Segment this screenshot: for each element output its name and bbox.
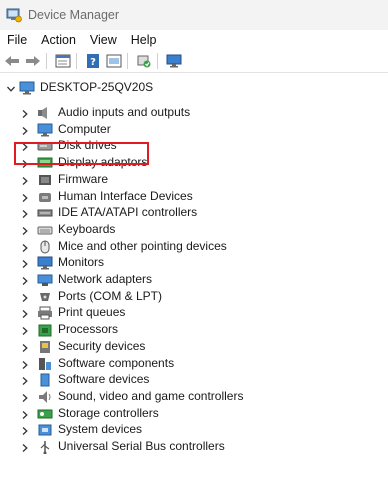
tree-item-label: Universal Serial Bus controllers <box>58 439 225 453</box>
svg-text:?: ? <box>90 57 96 68</box>
chevron-right-icon[interactable] <box>20 125 30 135</box>
chevron-down-icon[interactable] <box>6 83 16 93</box>
chevron-right-icon[interactable] <box>20 208 30 219</box>
highlight-box <box>14 142 149 165</box>
keyboard-icon <box>37 223 53 237</box>
tree-item-label: Software devices <box>58 372 150 387</box>
firmware-icon <box>37 173 53 187</box>
monitor-icon[interactable] <box>165 52 183 70</box>
chevron-right-icon[interactable] <box>20 325 30 336</box>
tree-item-label: Software components <box>58 355 175 370</box>
tree-item-label: Ports (COM & LPT) <box>58 288 163 303</box>
tree-item-label: Print queues <box>58 305 126 320</box>
update-driver-icon[interactable] <box>105 52 123 70</box>
tree-root-label: DESKTOP-25QV20S <box>40 80 154 94</box>
software-component-icon <box>37 357 53 371</box>
computer-icon <box>19 81 35 95</box>
chevron-right-icon[interactable] <box>20 175 30 185</box>
network-adapter-icon <box>37 273 53 287</box>
security-icon <box>37 340 53 354</box>
toolbar-separator <box>127 53 128 69</box>
chevron-right-icon[interactable] <box>20 342 30 352</box>
tree-item-label: Network adapters <box>58 272 153 286</box>
scan-hardware-icon[interactable] <box>135 52 153 70</box>
back-arrow-icon[interactable] <box>3 52 21 70</box>
tree-item-label: Security devices <box>58 338 146 353</box>
menu-bar: File Action View Help <box>0 30 388 50</box>
toolbar-separator <box>76 53 77 69</box>
speaker-icon <box>37 106 53 120</box>
tree-item-label: Audio inputs and outputs <box>58 105 191 119</box>
menu-file[interactable]: File <box>0 30 34 50</box>
tree-item-label: IDE ATA/ATAPI controllers <box>58 205 198 220</box>
storage-controller-icon <box>37 407 53 421</box>
mouse-icon <box>37 240 53 254</box>
window-title: Device Manager <box>28 8 120 22</box>
device-manager-icon <box>6 7 22 23</box>
chevron-right-icon[interactable] <box>20 425 30 436</box>
menu-help[interactable]: Help <box>124 30 164 50</box>
forward-arrow-icon[interactable] <box>24 52 42 70</box>
chevron-right-icon[interactable] <box>20 258 30 269</box>
chevron-right-icon[interactable] <box>20 392 30 402</box>
processor-icon <box>37 323 53 337</box>
tree-item-label: Monitors <box>58 255 105 270</box>
printer-icon <box>37 306 53 320</box>
ide-controller-icon <box>37 206 53 220</box>
chevron-right-icon[interactable] <box>20 242 30 252</box>
chevron-right-icon[interactable] <box>20 308 30 319</box>
chevron-right-icon[interactable] <box>20 375 30 386</box>
menu-view[interactable]: View <box>83 30 124 50</box>
software-device-icon <box>37 373 53 387</box>
chevron-right-icon[interactable] <box>20 192 30 202</box>
chevron-right-icon[interactable] <box>20 409 30 419</box>
toolbar: ? <box>0 50 388 73</box>
title-bar: Device Manager <box>0 0 388 30</box>
tree-item-label: Processors <box>58 322 119 337</box>
monitor-icon <box>37 256 53 270</box>
tree-item-label: Computer <box>58 121 111 136</box>
menu-action[interactable]: Action <box>34 30 83 50</box>
toolbar-separator <box>157 53 158 69</box>
hid-icon <box>37 190 53 204</box>
chevron-right-icon[interactable] <box>20 225 30 235</box>
system-device-icon <box>37 423 53 437</box>
properties-icon[interactable] <box>54 52 72 70</box>
chevron-right-icon[interactable] <box>20 442 30 452</box>
tree-item-label: Keyboards <box>58 221 116 236</box>
usb-icon <box>37 440 53 455</box>
chevron-right-icon[interactable] <box>20 108 30 118</box>
toolbar-separator <box>46 53 47 69</box>
tree-item-label: Storage controllers <box>58 405 159 420</box>
tree-item-label: Mice and other pointing devices <box>58 238 227 253</box>
chevron-right-icon[interactable] <box>20 359 30 369</box>
tree-item-label: Firmware <box>58 171 108 186</box>
tree-item-label: Sound, video and game controllers <box>58 388 244 403</box>
port-icon <box>37 290 53 304</box>
tree-item-label: System devices <box>58 422 143 437</box>
chevron-right-icon[interactable] <box>20 292 30 302</box>
chevron-right-icon[interactable] <box>20 275 30 285</box>
help-icon[interactable]: ? <box>84 52 102 70</box>
sound-icon <box>37 390 53 404</box>
computer-icon <box>37 123 53 137</box>
tree-item-label: Human Interface Devices <box>58 188 193 203</box>
